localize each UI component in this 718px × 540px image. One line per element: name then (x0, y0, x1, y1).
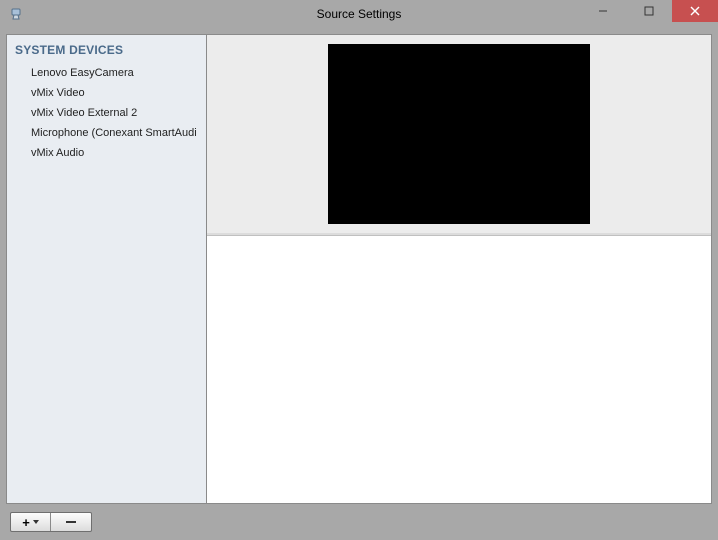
minus-icon (66, 521, 76, 523)
window-controls (580, 0, 718, 28)
sidebar-item-device[interactable]: vMix Video (7, 83, 206, 103)
remove-source-button[interactable] (51, 513, 91, 531)
video-preview (328, 44, 590, 224)
add-source-button[interactable]: + (11, 513, 51, 531)
dropdown-caret-icon (33, 520, 39, 524)
preview-pane (207, 35, 711, 235)
sidebar: SYSTEM DEVICES Lenovo EasyCamera vMix Vi… (7, 35, 207, 503)
maximize-button[interactable] (626, 0, 672, 22)
app-icon (8, 6, 24, 22)
plus-icon: + (22, 516, 30, 529)
add-remove-group: + (10, 512, 92, 532)
sidebar-header: SYSTEM DEVICES (7, 41, 206, 63)
close-button[interactable] (672, 0, 718, 22)
bottom-toolbar: + (6, 504, 712, 534)
detail-pane (207, 235, 711, 503)
right-panel (207, 35, 711, 503)
titlebar: Source Settings (0, 0, 718, 28)
minimize-button[interactable] (580, 0, 626, 22)
sidebar-item-device[interactable]: vMix Audio (7, 143, 206, 163)
sidebar-item-device[interactable]: Microphone (Conexant SmartAudi (7, 123, 206, 143)
panes: SYSTEM DEVICES Lenovo EasyCamera vMix Vi… (6, 34, 712, 504)
content: SYSTEM DEVICES Lenovo EasyCamera vMix Vi… (6, 34, 712, 534)
sidebar-item-device[interactable]: Lenovo EasyCamera (7, 63, 206, 83)
sidebar-item-device[interactable]: vMix Video External 2 (7, 103, 206, 123)
